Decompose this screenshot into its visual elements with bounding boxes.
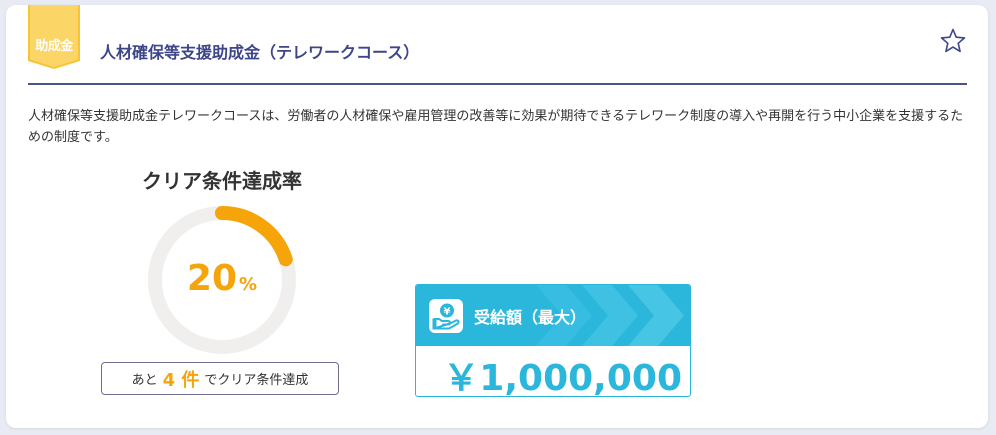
remaining-prefix: あと xyxy=(131,373,158,388)
remaining-conditions-box: あと 4 件 でクリア条件達成 xyxy=(101,362,339,395)
favorite-star-icon[interactable] xyxy=(938,26,968,56)
clear-rate-title: クリア条件達成率 xyxy=(142,169,302,193)
svg-text:¥: ¥ xyxy=(444,307,451,318)
remaining-count: 4 件 xyxy=(163,366,200,392)
progress-percent-unit: % xyxy=(239,274,258,295)
remaining-count-unit: 件 xyxy=(181,369,200,391)
description-text: 人材確保等支援助成金テレワークコースは、労働者の人材確保や雇用管理の改善等に効果… xyxy=(28,109,964,145)
page-title: 人材確保等支援助成金（テレワークコース） xyxy=(100,43,420,62)
amount-header: ¥ 受給額（最大） xyxy=(416,285,690,346)
remaining-suffix: でクリア条件達成 xyxy=(204,373,309,388)
donut-progress-arc xyxy=(215,206,293,267)
progress-percent: 20% xyxy=(142,258,302,299)
subsidy-card: 助成金 人材確保等支援助成金（テレワークコース） 人材確保等支援助成金テレワーク… xyxy=(6,5,988,428)
amount-value: ￥1,000,000 xyxy=(443,358,682,397)
badge-label: 助成金 xyxy=(35,39,73,54)
yen-hand-icon: ¥ xyxy=(429,299,463,333)
subsidy-badge: 助成金 xyxy=(28,5,80,69)
amount-box: ¥ 受給額（最大） ￥1,000,000 xyxy=(415,284,691,397)
remaining-count-number: 4 xyxy=(162,369,176,391)
header-divider xyxy=(28,83,967,85)
progress-percent-value: 20 xyxy=(186,258,238,299)
amount-label: 受給額（最大） xyxy=(474,308,587,327)
